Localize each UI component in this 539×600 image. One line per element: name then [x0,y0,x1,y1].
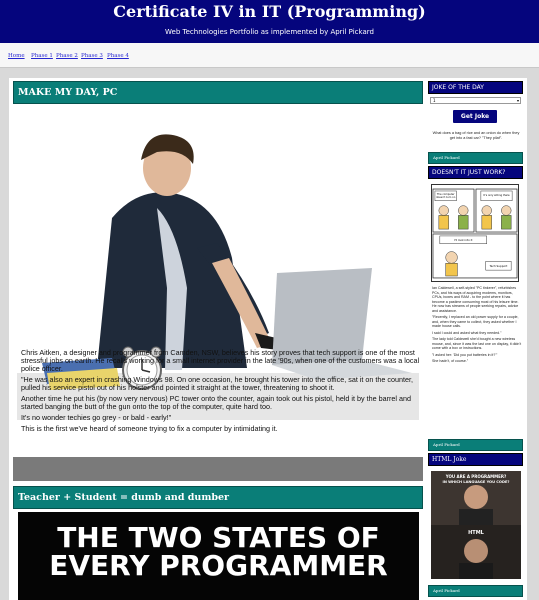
nav-link-phase-2[interactable]: Phase 2 [56,53,78,59]
story-paragraph: "Recently, I replaced an old power suppl… [432,315,519,328]
comic-caption-4: Tech Support [489,264,508,268]
nav-link-home[interactable]: Home [8,53,25,59]
story-paragraph: She hadn't, of course." [432,359,469,363]
article-title: MAKE MY DAY, PC [13,81,423,104]
nav-link-phase-3[interactable]: Phase 3 [81,53,103,59]
story-paragraph: Ian Caldewell, a self-styled "PC tinkere… [432,286,519,313]
html-joke-heading: HTML Joke [428,453,523,466]
nav-link-phase-1[interactable]: Phase 1 [31,53,53,59]
sidebar-footer-author-3: April Pickard [428,585,523,597]
article-paragraph: This is the first we've heard of someone… [21,424,278,433]
site-subtitle: Web Technologies Portfolio as implemente… [165,28,374,36]
section-divider-bar [13,457,423,481]
article-paragraph: "He was also an expert in crashing Windo… [21,375,413,392]
select-value: 1 [433,98,436,103]
story-paragraph: "I asked her: 'Did you put batteries in … [432,352,498,357]
comic-caption-1b: doesn't turn on [436,195,456,199]
main-content: MAKE MY DAY, PC Chris Aitken, a designer… [9,78,427,600]
two-states-meme-image: THE TWO STATES OF EVERY PROGRAMMER [18,512,419,600]
meme-2-top-text-b: IN WHICH LANGUAGE YOU CODE? [443,480,510,484]
sidebar-footer-author: April Pickard [428,152,523,164]
joke-of-the-day-heading: JOKE OF THE DAY [428,81,523,94]
html-programmer-meme-image: YOU ARE A PROGRAMMER? IN WHICH LANGUAGE … [431,471,521,579]
comic-caption-2: It's only sitting there [483,193,510,197]
chevron-down-icon: ▾ [516,98,519,103]
tech-support-comic: The computer doesn't turn on It's only s… [431,184,519,282]
section-2-title: Teacher + Student = dumb and dumber [13,486,423,509]
nav-link-phase-4[interactable]: Phase 4 [107,53,129,59]
site-header: Certificate IV in IT (Programming) Web T… [0,0,539,43]
meme-2-top-text: YOU ARE A PROGRAMMER? [445,474,507,479]
get-joke-button[interactable]: Get Joke [453,110,497,123]
article-body: Chris Aitken, a designer and programmer … [21,349,421,433]
story-paragraph: I said I could and asked what they neede… [432,330,502,335]
nav-bar: Home Phase 1 Phase 2 Phase 3 Phase 4 [0,43,539,68]
article-paragraph: Another time he put his (by now very ner… [21,394,411,411]
comic-heading: DOESN'T IT JUST WORK? [428,166,523,179]
meme-2-bottom-text: HTML [468,530,485,536]
site-title: Certificate IV in IT (Programming) [113,2,426,21]
story-paragraph: The lady told Caldewell she'd bought a n… [432,337,522,350]
sidebar-story: Ian Caldewell, a self-styled "PC tinkere… [432,286,522,364]
comic-caption-3: I'll look into it [454,238,472,242]
article-paragraph: Chris Aitken, a designer and programmer … [21,348,420,373]
meme-text-line-2: EVERY PROGRAMMER [49,549,388,582]
meme-text-line-1: THE TWO STATES OF [57,521,380,554]
sidebar: JOKE OF THE DAY 1 ▾ Get Joke What does a… [427,78,527,600]
joke-text: What does a bag of rice and an onion do … [432,131,520,140]
article-paragraph: It's no wonder techies go grey - or bald… [21,413,172,422]
joke-number-select[interactable]: 1 ▾ [430,97,521,104]
sidebar-footer-author-2: April Pickard [428,439,523,451]
